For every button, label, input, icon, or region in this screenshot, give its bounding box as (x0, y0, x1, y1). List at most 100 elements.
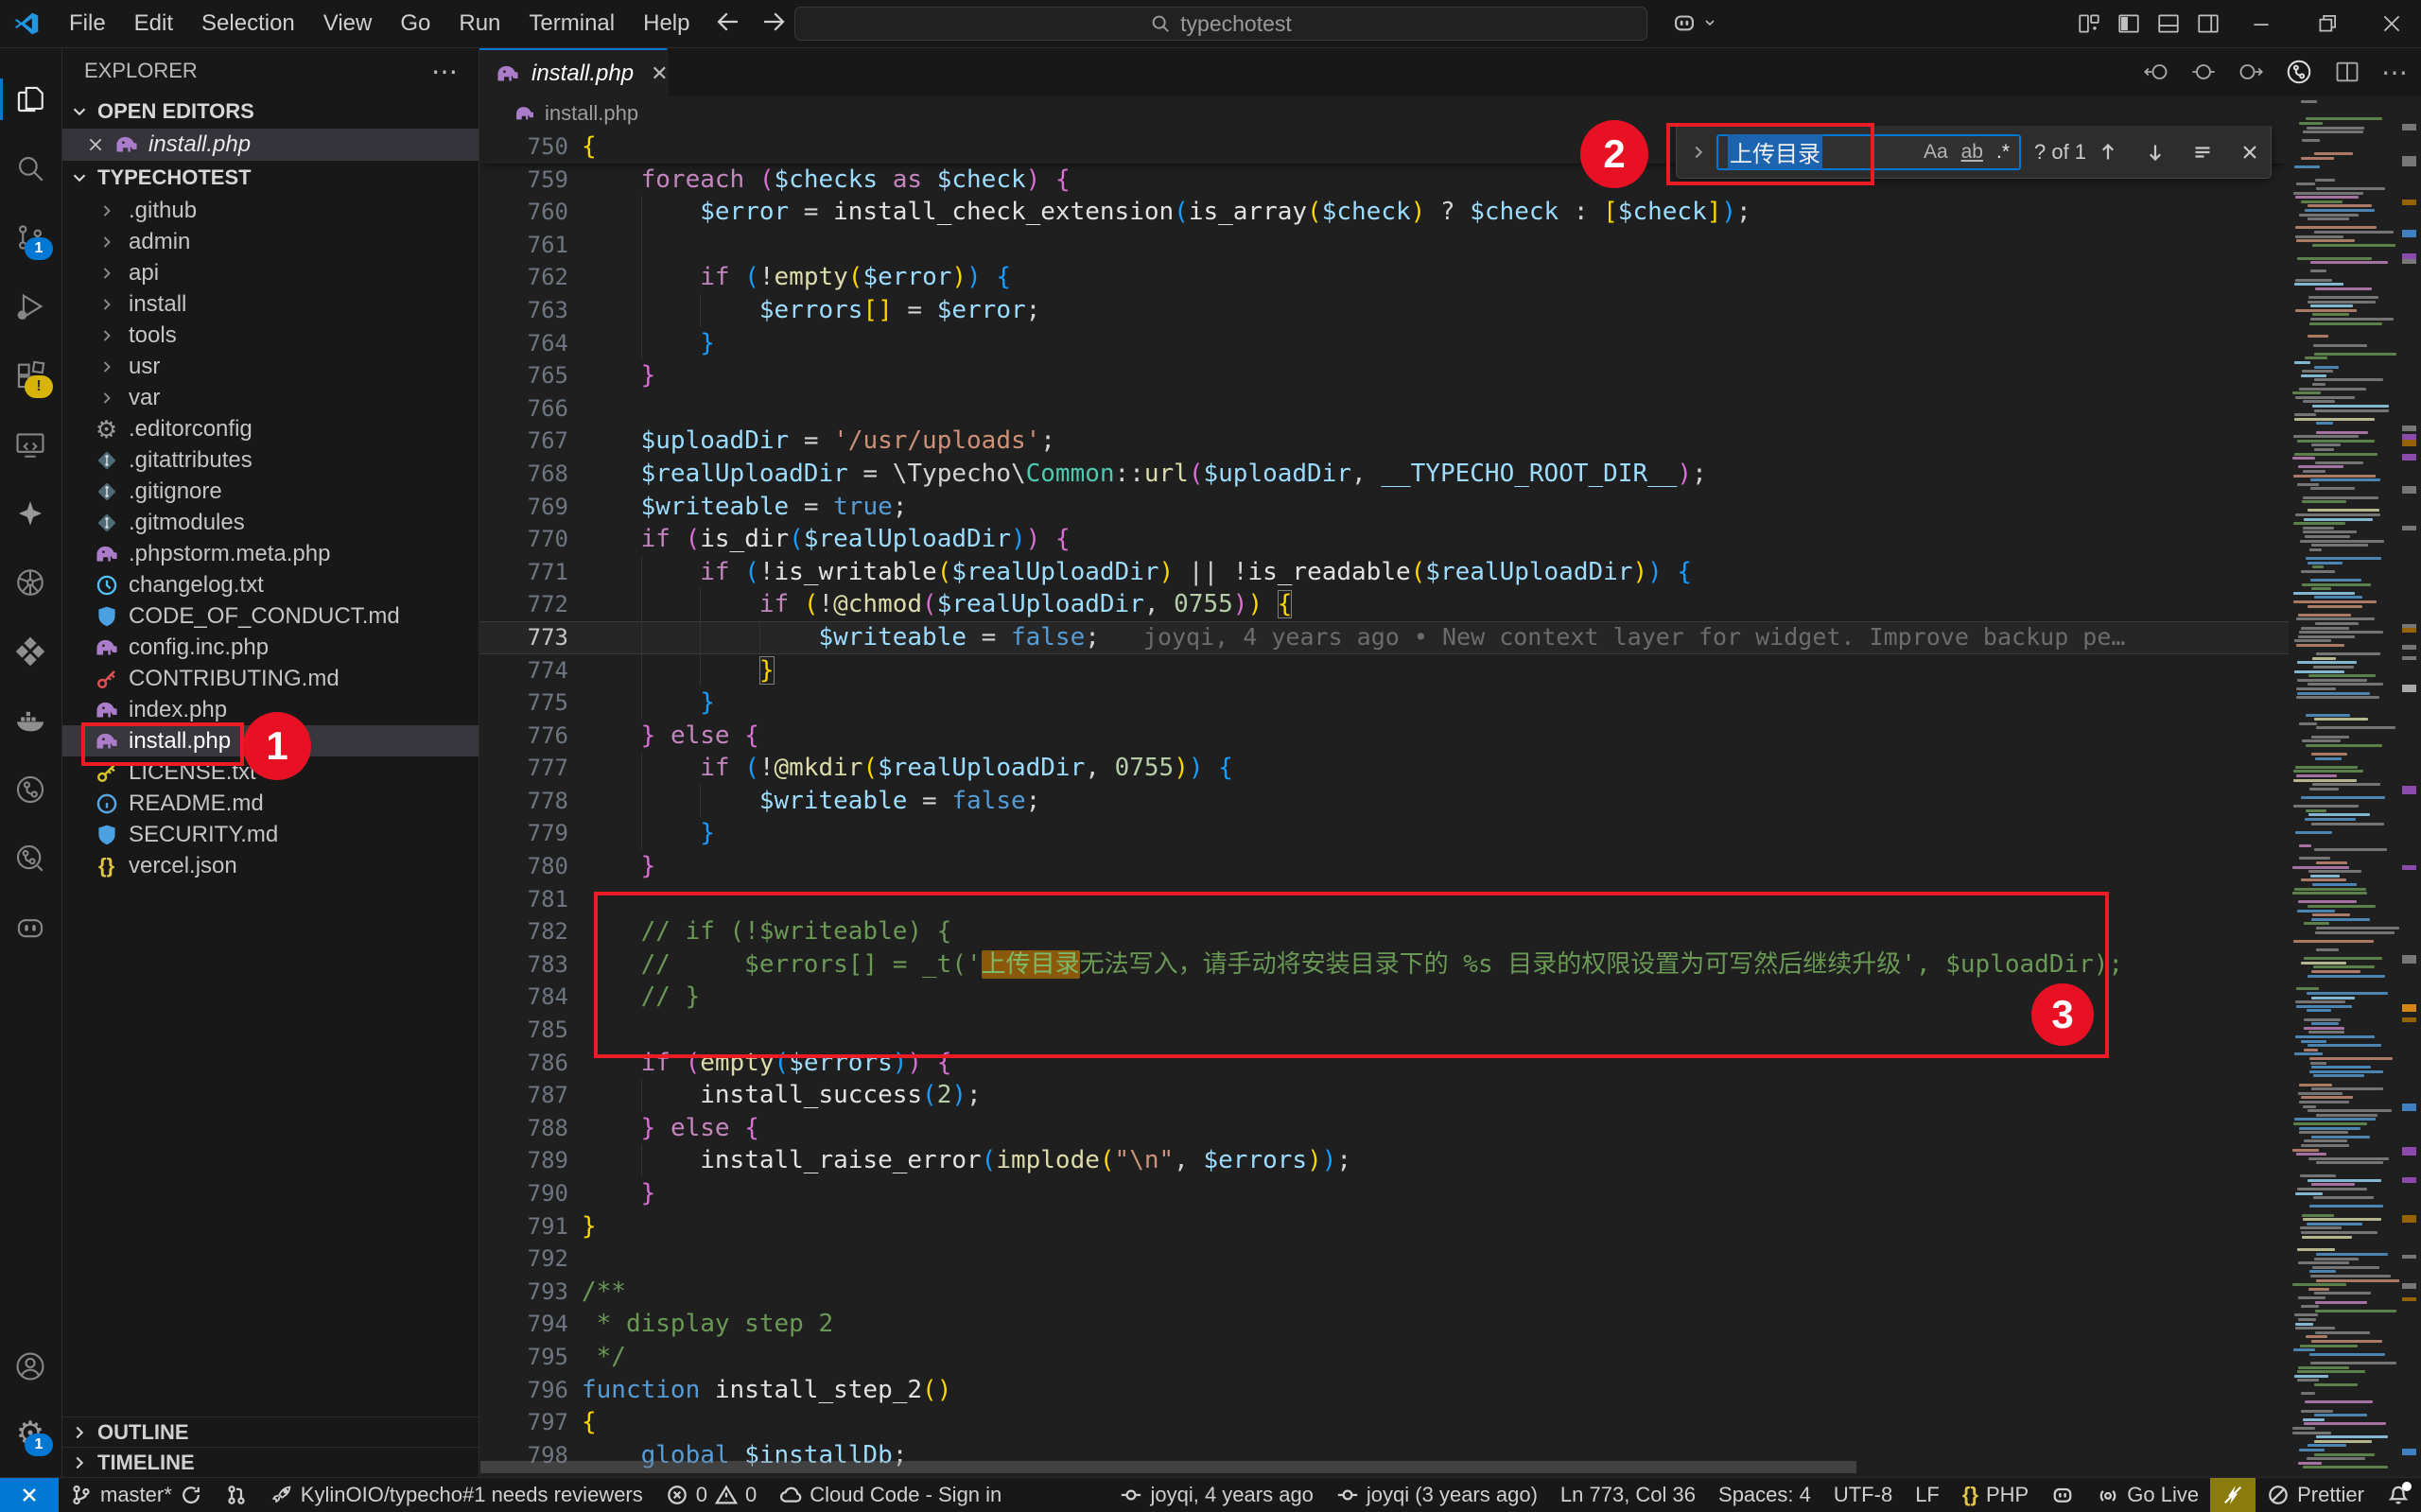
prev-change-icon[interactable] (2143, 59, 2169, 85)
find-previous-icon[interactable] (2097, 141, 2119, 164)
close-window-icon[interactable] (2379, 11, 2404, 36)
tree-item-tools[interactable]: tools (61, 320, 479, 351)
close-find-icon[interactable] (2238, 141, 2261, 164)
code-area[interactable]: 750{759 foreach ($checks as $check) {760… (479, 130, 2289, 1478)
whole-word-icon[interactable]: ab (1961, 141, 1983, 164)
code-line-765[interactable]: 765 } (479, 359, 2289, 392)
toggle-secondary-sidebar-icon[interactable] (2196, 11, 2221, 36)
code-line-773[interactable]: 773 $writeable = false;joyqi, 4 years ag… (479, 621, 2289, 654)
menu-edit[interactable]: Edit (120, 6, 187, 42)
code-line-776[interactable]: 776 } else { (479, 720, 2289, 753)
status-item-right-4[interactable]: UTF-8 (1822, 1478, 1904, 1512)
menu-selection[interactable]: Selection (187, 6, 309, 42)
code-line-770[interactable]: 770 if (is_dir($realUploadDir)) { (479, 523, 2289, 556)
tree-item-security-md[interactable]: SECURITY.md (61, 819, 479, 850)
tree-item--github[interactable]: .github (61, 195, 479, 226)
activity-git-graph-icon[interactable] (0, 830, 61, 887)
workspace-header[interactable]: TYPECHOTEST (61, 161, 479, 195)
tree-item-install[interactable]: install (61, 288, 479, 320)
close-editor-icon[interactable] (86, 135, 105, 154)
menu-help[interactable]: Help (629, 6, 704, 42)
close-tab-icon[interactable]: ✕ (651, 61, 668, 86)
status-braces[interactable]: {}PHP (1951, 1478, 2040, 1512)
code-line-778[interactable]: 778 $writeable = false; (479, 785, 2289, 818)
status-item-right-5[interactable]: LF (1904, 1478, 1951, 1512)
code-line-769[interactable]: 769 $writeable = true; (479, 491, 2289, 524)
activity-sparkle-icon[interactable] (0, 485, 61, 542)
menu-view[interactable]: View (309, 6, 387, 42)
tree-item-contributing-md[interactable]: CONTRIBUTING.md (61, 663, 479, 694)
sidebar-more-actions-icon[interactable]: ⋯ (431, 56, 458, 87)
code-line-788[interactable]: 788 } else { (479, 1112, 2289, 1145)
status-bell[interactable] (2376, 1478, 2421, 1512)
code-line-777[interactable]: 777 if (!@mkdir($realUploadDir, 0755)) { (479, 752, 2289, 785)
activity-search-icon[interactable] (0, 140, 61, 197)
code-line-793[interactable]: 793/** (479, 1276, 2289, 1309)
tree-item-api[interactable]: api (61, 257, 479, 288)
match-case-icon[interactable]: Aa (1924, 141, 1948, 164)
status-cloud[interactable]: Cloud Code - Sign in (768, 1478, 1013, 1512)
tree-item-config-inc-php[interactable]: config.inc.php (61, 632, 479, 663)
nav-forward-icon[interactable] (759, 8, 788, 36)
code-line-796[interactable]: 796function install_step_2() (479, 1374, 2289, 1407)
remote-indicator[interactable] (0, 1478, 59, 1512)
code-line-794[interactable]: 794 * display step 2 (479, 1308, 2289, 1341)
status-prettier-off[interactable]: Prettier (2256, 1478, 2376, 1512)
tree-item-changelog-txt[interactable]: changelog.txt (61, 569, 479, 600)
code-line-767[interactable]: 767 $uploadDir = '/usr/uploads'; (479, 425, 2289, 458)
code-line-771[interactable]: 771 if (!is_writable($realUploadDir) || … (479, 556, 2289, 589)
activity-gitlens-icon[interactable] (0, 761, 61, 818)
code-line-791[interactable]: 791} (479, 1210, 2289, 1243)
regex-icon[interactable]: .* (1996, 141, 2010, 164)
code-line-762[interactable]: 762 if (!empty($error)) { (479, 261, 2289, 294)
menu-file[interactable]: File (55, 6, 120, 42)
status-item-right-2[interactable]: Ln 773, Col 36 (1549, 1478, 1707, 1512)
split-editor-icon[interactable] (2334, 59, 2360, 85)
tab-install-php[interactable]: install.php ✕ (479, 47, 668, 96)
code-line-797[interactable]: 797{ (479, 1406, 2289, 1439)
toggle-panel-icon[interactable] (2156, 11, 2181, 36)
activity-run-debug-icon[interactable] (0, 278, 61, 335)
code-line-763[interactable]: 763 $errors[] = $error; (479, 294, 2289, 327)
customize-layout-icon[interactable] (2077, 11, 2101, 36)
minimap[interactable] (2289, 96, 2399, 1478)
status-gremlin[interactable] (2040, 1478, 2085, 1512)
code-line-761[interactable]: 761 (479, 229, 2289, 262)
activity-remote-explorer-icon[interactable] (0, 416, 61, 473)
code-line-768[interactable]: 768 $realUploadDir = \Typecho\Common::ur… (479, 458, 2289, 491)
tree-item--gitignore[interactable]: .gitignore (61, 476, 479, 507)
file-history-icon[interactable] (2285, 58, 2313, 86)
activity-docker-icon[interactable] (0, 692, 61, 749)
menu-go[interactable]: Go (386, 6, 444, 42)
code-line-792[interactable]: 792 (479, 1243, 2289, 1276)
tree-item--editorconfig[interactable]: ⚙.editorconfig (61, 413, 479, 444)
code-line-780[interactable]: 780 } (479, 850, 2289, 883)
code-line-787[interactable]: 787 install_success(2); (479, 1079, 2289, 1112)
code-line-790[interactable]: 790 } (479, 1177, 2289, 1210)
code-line-774[interactable]: 774 } (479, 654, 2289, 687)
outline-section[interactable]: OUTLINE (61, 1416, 479, 1448)
assistant-menu[interactable] (1672, 10, 1717, 35)
tree-item--phpstorm-meta-php[interactable]: .phpstorm.meta.php (61, 538, 479, 569)
code-line-764[interactable]: 764 } (479, 327, 2289, 360)
more-actions-icon[interactable]: ⋯ (2381, 57, 2408, 88)
code-line-766[interactable]: 766 (479, 392, 2289, 426)
tree-item-readme-md[interactable]: README.md (61, 788, 479, 819)
code-line-775[interactable]: 775 } (479, 686, 2289, 720)
activity-robot-icon[interactable] (0, 899, 61, 956)
activity-settings-icon[interactable]: ⚙1 (0, 1405, 61, 1462)
status-commit[interactable]: joyqi (3 years ago) (1325, 1478, 1549, 1512)
open-editor-install-php[interactable]: install.php (61, 129, 479, 161)
command-center-search[interactable]: typechotest (794, 7, 1647, 41)
status-broadcast[interactable]: Go Live (2085, 1478, 2210, 1512)
timeline-section[interactable]: TIMELINE (61, 1447, 479, 1478)
status-branch[interactable]: master* (59, 1478, 214, 1512)
tree-item--gitmodules[interactable]: .gitmodules (61, 507, 479, 538)
tree-item-var[interactable]: var (61, 382, 479, 413)
find-in-selection-icon[interactable] (2191, 141, 2214, 164)
code-line-760[interactable]: 760 $error = install_check_extension(is_… (479, 196, 2289, 229)
code-line-779[interactable]: 779 } (479, 817, 2289, 850)
status-item-right-3[interactable]: Spaces: 4 (1707, 1478, 1822, 1512)
code-line-772[interactable]: 772 if (!@chmod($realUploadDir, 0755)) { (479, 588, 2289, 621)
status-commit[interactable]: joyqi, 4 years ago (1108, 1478, 1324, 1512)
